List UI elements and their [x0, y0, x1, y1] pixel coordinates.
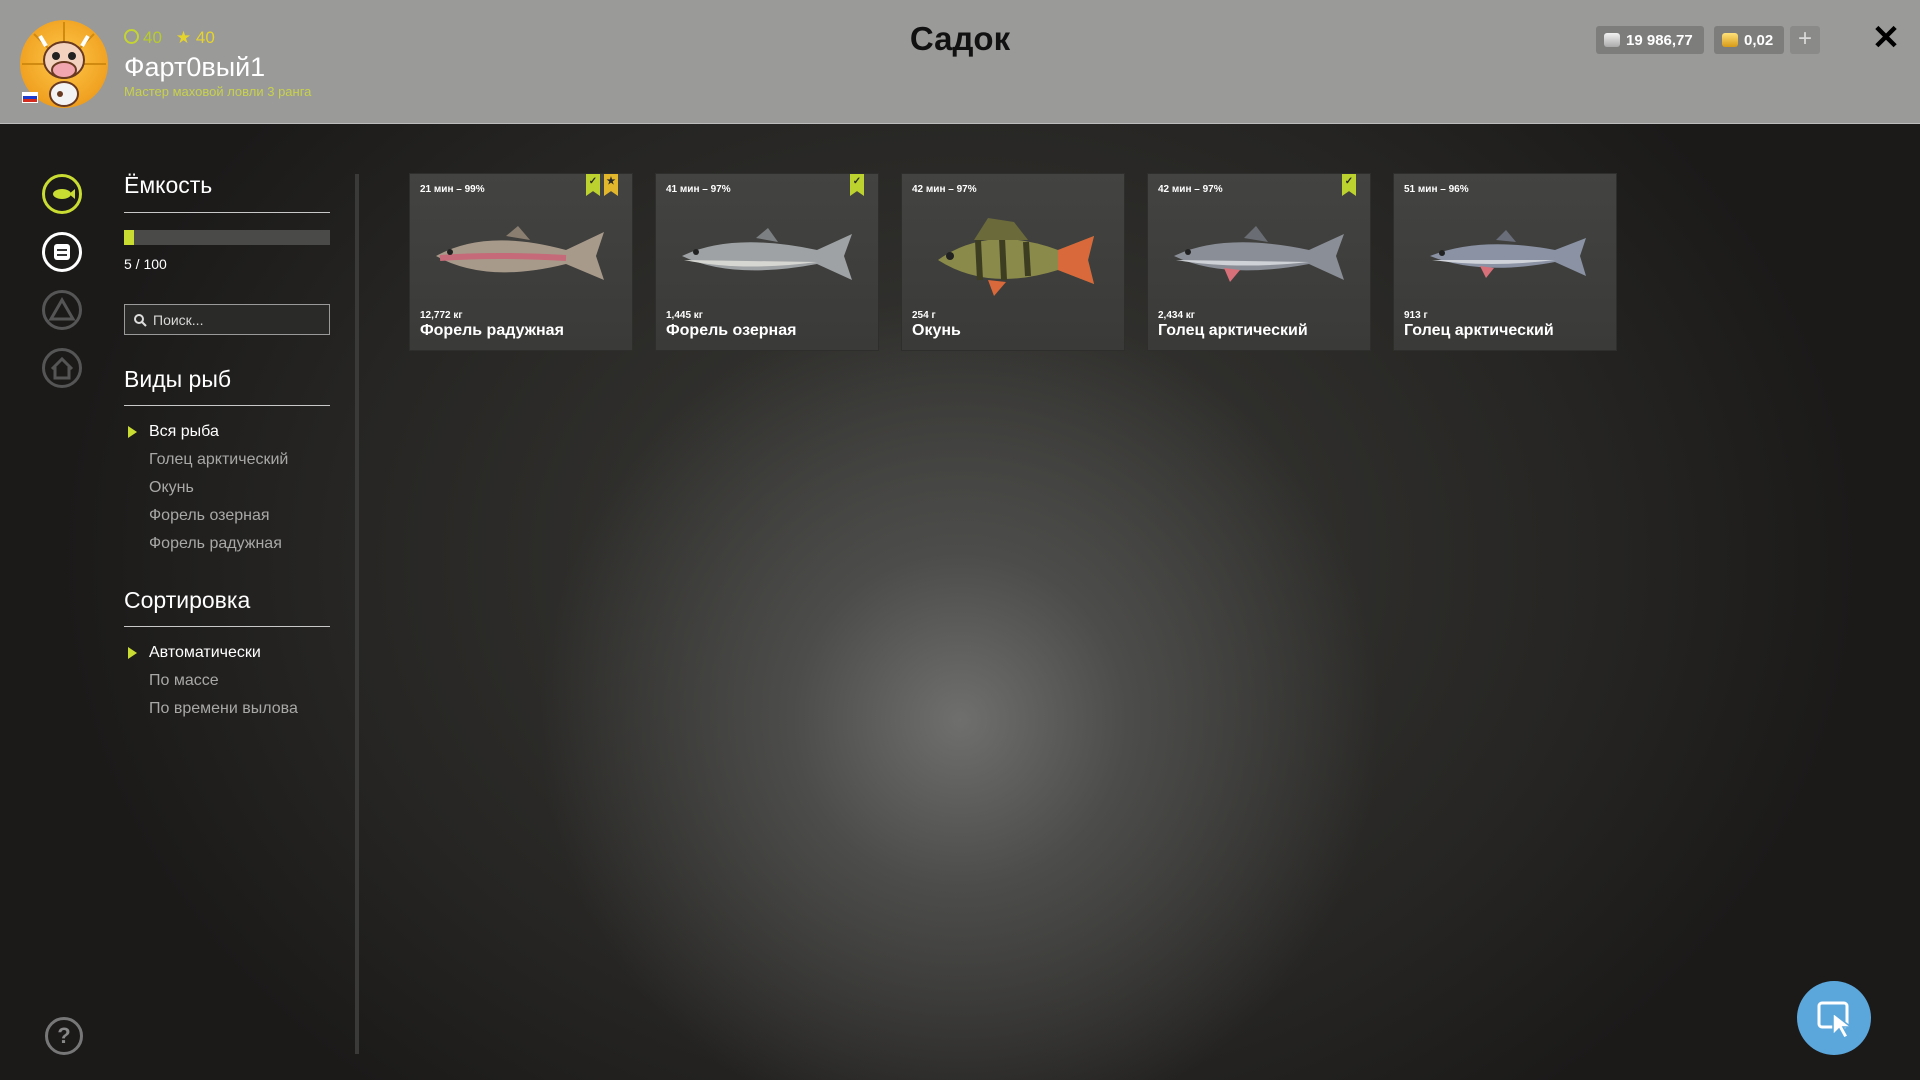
rainbow-trout-icon — [436, 226, 604, 280]
sort-item-weight[interactable]: По массе — [124, 667, 298, 695]
fish-weight: 2,434 кг — [1158, 310, 1195, 321]
fish-name: Голец арктический — [1158, 322, 1308, 339]
fish-weight: 254 г — [912, 310, 936, 321]
search-input[interactable] — [153, 311, 313, 328]
catch-meta: 42 мин – 97% — [1158, 184, 1223, 195]
catch-meta: 51 мин – 96% — [1404, 184, 1469, 195]
gold-balance: 0,02 — [1714, 26, 1784, 54]
star-badge-icon: ★ — [604, 174, 618, 196]
fish-weight: 1,445 кг — [666, 310, 703, 321]
sort-item-time[interactable]: По времени вылова — [124, 695, 298, 723]
fish-weight: 913 г — [1404, 310, 1428, 321]
capacity-text: 5 / 100 — [124, 256, 167, 272]
species-item-arctic-char[interactable]: Голец арктический — [124, 446, 288, 474]
fish-name: Окунь — [912, 322, 961, 339]
sort-list: Автоматически По массе По времени вылова — [124, 639, 298, 723]
sort-item-auto[interactable]: Автоматически — [124, 639, 298, 667]
catch-meta: 21 мин – 99% — [420, 184, 485, 195]
cursor-icon — [1817, 1001, 1854, 1039]
fish-grid: 21 мин – 99% ✓ ★ 12,772 кг Форель радужн… — [410, 174, 1616, 350]
sort-label: Автоматически — [149, 644, 261, 661]
fish-card[interactable]: 42 мин – 97% ✓ 2,434 кг Голец арктически… — [1148, 174, 1370, 350]
silver-value: 19 986,77 — [1626, 31, 1693, 49]
species-item-rainbow-trout[interactable]: Форель радужная — [124, 530, 288, 558]
species-item-lake-trout[interactable]: Форель озерная — [124, 502, 288, 530]
selected-triangle-icon — [128, 426, 137, 438]
fish-weight: 12,772 кг — [420, 310, 463, 321]
divider — [124, 405, 330, 406]
check-badge-icon: ✓ — [586, 174, 600, 196]
capacity-fill — [124, 230, 135, 245]
sort-title: Сортировка — [124, 587, 251, 613]
arctic-char-icon — [1174, 226, 1344, 282]
species-label: Вся рыба — [149, 423, 219, 440]
species-item-all[interactable]: Вся рыба — [124, 418, 288, 446]
country-flag-icon — [22, 92, 38, 103]
species-item-perch[interactable]: Окунь — [124, 474, 288, 502]
arctic-char-icon — [1430, 230, 1586, 278]
sort-label: По времени вылова — [149, 700, 298, 717]
card-badges: ✓ — [1342, 174, 1356, 196]
catch-meta: 42 мин – 97% — [912, 184, 977, 195]
fish-card[interactable]: 42 мин – 97% 254 г Окунь — [902, 174, 1124, 350]
cursor-mode-button[interactable] — [1797, 981, 1871, 1055]
species-label: Форель радужная — [149, 535, 282, 552]
species-label: Форель озерная — [149, 507, 270, 524]
selected-triangle-icon — [128, 647, 137, 659]
search-icon — [134, 313, 147, 327]
sort-label: По массе — [149, 672, 219, 689]
search-field[interactable] — [124, 304, 330, 335]
card-badges: ✓ ★ — [586, 174, 618, 196]
fish-card[interactable]: 51 мин – 96% 913 г Голец арктический — [1394, 174, 1616, 350]
check-badge-icon: ✓ — [1342, 174, 1356, 196]
fish-keepnet-tab-icon[interactable] — [42, 174, 82, 214]
silver-balance: 19 986,77 — [1596, 26, 1704, 54]
divider — [124, 626, 330, 627]
panel-divider — [355, 174, 359, 1054]
species-label: Голец арктический — [149, 451, 289, 468]
species-label: Окунь — [149, 479, 194, 496]
perch-icon — [938, 218, 1094, 296]
top-bar: 40 ★ 40 Фарт0вый1 Мастер маховой ловли 3… — [0, 0, 1920, 124]
gold-value: 0,02 — [1744, 31, 1774, 49]
catch-meta: 41 мин – 97% — [666, 184, 731, 195]
capacity-bar — [124, 230, 330, 245]
trophy-tab-icon[interactable] — [42, 232, 82, 272]
fish-name: Форель радужная — [420, 322, 564, 339]
species-list: Вся рыба Голец арктический Окунь Форель … — [124, 418, 288, 558]
species-title: Виды рыб — [124, 366, 232, 392]
help-button[interactable]: ? — [45, 1017, 83, 1055]
fish-card[interactable]: 21 мин – 99% ✓ ★ 12,772 кг Форель радужн… — [410, 174, 632, 350]
gold-coins-icon — [1722, 33, 1738, 47]
home-tab-icon[interactable] — [42, 348, 82, 388]
fish-card[interactable]: 41 мин – 97% ✓ 1,445 кг Форель озерная — [656, 174, 878, 350]
card-badges: ✓ — [850, 174, 864, 196]
lake-trout-icon — [682, 228, 852, 280]
fish-name: Форель озерная — [666, 322, 797, 339]
fish-name: Голец арктический — [1404, 322, 1554, 339]
add-gold-button[interactable]: + — [1790, 26, 1820, 54]
player-rank: Мастер маховой ловли 3 ранга — [124, 84, 312, 99]
divider — [124, 212, 330, 213]
check-badge-icon: ✓ — [850, 174, 864, 196]
capacity-title: Ёмкость — [124, 172, 213, 198]
silver-coins-icon — [1604, 33, 1620, 47]
tent-tab-icon[interactable] — [42, 290, 82, 330]
close-button[interactable]: ✕ — [1866, 18, 1906, 58]
